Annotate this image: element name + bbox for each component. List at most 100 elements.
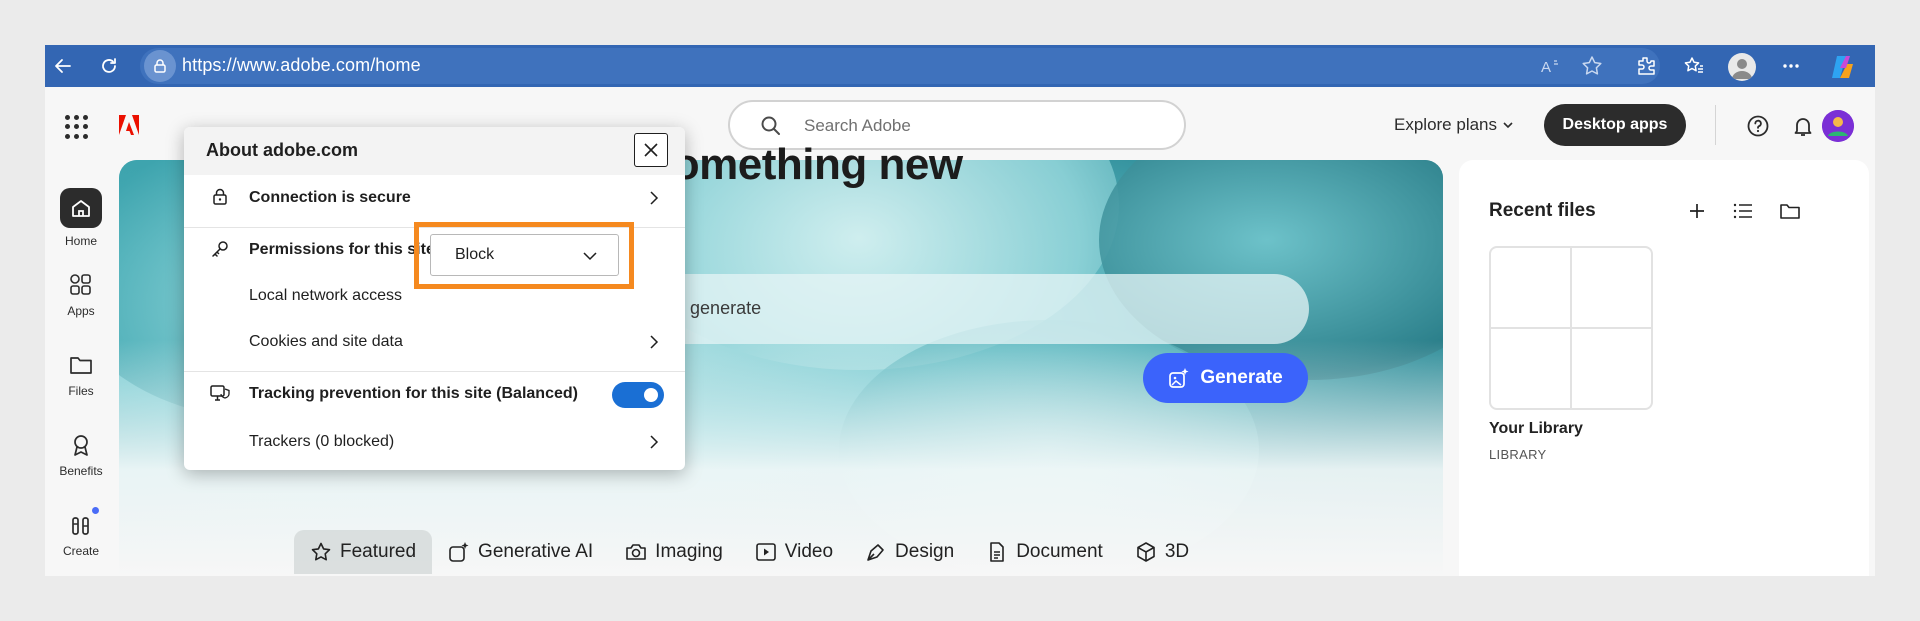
rail-item-apps[interactable]: Apps (45, 272, 117, 318)
category-tabs: Featured Generative AI Imaging Video Des… (294, 530, 1205, 574)
user-avatar[interactable] (1822, 110, 1854, 142)
star-icon (311, 542, 331, 561)
tab-featured[interactable]: Featured (294, 530, 433, 574)
key-icon (209, 238, 231, 260)
toggle-knob (644, 388, 658, 402)
copilot-icon[interactable] (1828, 53, 1856, 81)
favorites-icon[interactable] (1681, 53, 1707, 79)
tracking-row: Tracking prevention for this site (Balan… (184, 371, 685, 417)
sparkle-image-icon (1169, 368, 1189, 388)
rail-label-apps: Apps (67, 304, 95, 318)
explore-plans-link[interactable]: Explore plans (1394, 115, 1515, 135)
tab-label: 3D (1164, 541, 1190, 562)
url-text[interactable]: https://www.adobe.com/home (182, 55, 421, 76)
tab-3d[interactable]: 3D (1119, 530, 1205, 574)
camera-icon (626, 544, 646, 560)
adobe-logo[interactable] (117, 113, 141, 137)
rail-label-home: Home (64, 234, 97, 248)
search-icon (760, 115, 782, 142)
apps-icon (70, 274, 91, 295)
add-icon[interactable] (1684, 198, 1710, 224)
site-info-popup: About adobe.com Connection is secure Per… (184, 127, 685, 470)
rail-item-files[interactable]: Files (45, 352, 117, 398)
chevron-right-icon (646, 333, 662, 351)
chevron-down-icon (1503, 122, 1513, 129)
left-nav-rail: Home Apps Files Benefits Create (45, 162, 117, 576)
lock-icon (154, 59, 166, 73)
rail-label-benefits: Benefits (59, 464, 103, 478)
home-icon (60, 188, 102, 228)
tracking-toggle[interactable] (612, 382, 664, 408)
header-divider (1715, 105, 1716, 145)
cube-icon (1137, 542, 1155, 562)
connection-label: Connection is secure (249, 189, 411, 206)
generate-label: Generate (1200, 367, 1283, 388)
local-network-label: Local network access (249, 287, 402, 304)
svg-text:A: A (1541, 59, 1551, 76)
tab-label: Design (895, 541, 955, 562)
more-options-icon[interactable] (1778, 53, 1804, 79)
tab-video[interactable]: Video (739, 530, 849, 574)
lock-icon (209, 186, 231, 208)
app-switcher-icon[interactable] (65, 115, 89, 139)
library-name[interactable]: Your Library (1489, 420, 1583, 438)
pen-nib-icon (867, 544, 884, 561)
folder-icon[interactable] (1777, 198, 1803, 224)
local-network-select[interactable]: Block (430, 234, 619, 276)
chevron-down-icon (581, 247, 599, 270)
tab-label: Video (784, 541, 834, 562)
award-ribbon-icon (74, 435, 88, 456)
browser-window: https://www.adobe.com/home A Search Adob… (45, 45, 1875, 576)
document-icon (990, 542, 1005, 562)
popup-header: About adobe.com (184, 127, 685, 175)
browser-toolbar: https://www.adobe.com/home A (45, 45, 1875, 87)
desktop-apps-button[interactable]: Desktop apps (1544, 104, 1686, 146)
rail-item-create[interactable]: Create (45, 512, 117, 558)
tab-label: Document (1016, 541, 1103, 562)
browser-profile-avatar[interactable] (1728, 53, 1756, 81)
search-placeholder: Search Adobe (804, 116, 911, 135)
recent-files-title: Recent files (1489, 200, 1596, 221)
cookies-label: Cookies and site data (249, 333, 403, 350)
help-icon[interactable] (1745, 113, 1771, 139)
trackers-row[interactable]: Trackers (0 blocked) (184, 419, 685, 465)
extensions-icon[interactable] (1633, 53, 1659, 79)
recent-files-panel: Recent files Your Library LIBRARY (1459, 160, 1869, 576)
site-info-button[interactable] (144, 50, 176, 82)
library-type: LIBRARY (1489, 447, 1547, 462)
close-icon (644, 143, 658, 157)
back-icon[interactable] (51, 54, 75, 78)
rail-item-benefits[interactable]: Benefits (45, 432, 117, 478)
read-aloud-icon[interactable]: A (1537, 53, 1563, 79)
generative-ai-icon (449, 542, 469, 562)
tab-label: Generative AI (478, 541, 594, 562)
create-icon (72, 517, 89, 535)
create-notification-dot (92, 507, 99, 514)
tab-document[interactable]: Document (970, 530, 1119, 574)
popup-title: About adobe.com (206, 140, 358, 160)
tab-generative-ai[interactable]: Generative AI (432, 530, 609, 574)
tracking-prevention-icon (209, 382, 231, 404)
permissions-label: Permissions for this site (249, 241, 435, 258)
select-value: Block (455, 246, 495, 263)
chevron-right-icon (646, 433, 662, 451)
refresh-icon[interactable] (97, 54, 121, 78)
cookies-row[interactable]: Cookies and site data (184, 319, 685, 365)
library-thumbnail[interactable] (1489, 246, 1653, 410)
connection-row[interactable]: Connection is secure (184, 175, 685, 221)
favorite-star-icon[interactable] (1579, 53, 1605, 79)
chevron-right-icon (646, 189, 662, 207)
tab-label: Imaging (655, 541, 723, 562)
close-button[interactable] (634, 133, 668, 167)
notifications-bell-icon[interactable] (1790, 113, 1816, 139)
list-view-icon[interactable] (1730, 198, 1756, 224)
rail-label-create: Create (62, 544, 100, 558)
rail-label-files: Files (68, 384, 94, 398)
tab-label: Featured (340, 541, 417, 562)
video-play-icon (755, 543, 776, 561)
explore-plans-label: Explore plans (1394, 115, 1498, 134)
rail-item-home[interactable]: Home (45, 188, 117, 248)
generate-button[interactable]: Generate (1143, 353, 1308, 403)
tab-design[interactable]: Design (849, 530, 970, 574)
tab-imaging[interactable]: Imaging (609, 530, 739, 574)
